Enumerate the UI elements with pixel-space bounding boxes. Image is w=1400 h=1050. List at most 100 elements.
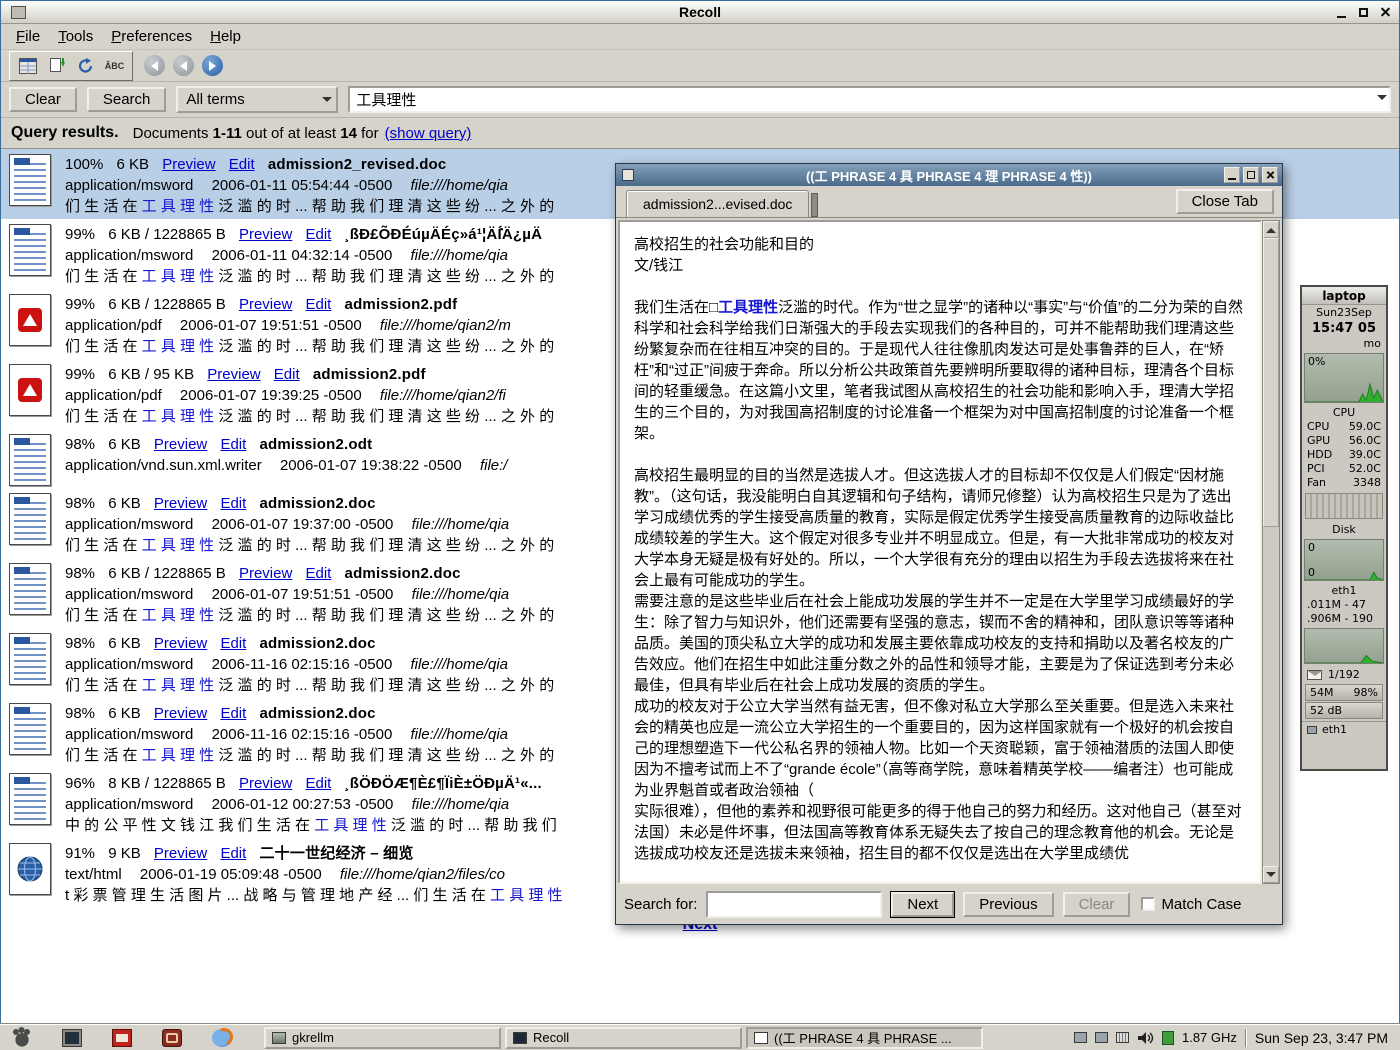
search-button[interactable]: Search: [87, 87, 167, 112]
preview-close-icon[interactable]: [1262, 167, 1278, 183]
menu-preferences[interactable]: Preferences: [102, 25, 201, 48]
package-launcher-icon[interactable]: [112, 1029, 132, 1047]
matched-term: 工 具 理 性: [142, 747, 215, 764]
find-next-button[interactable]: Next: [891, 892, 954, 917]
result-edit-link[interactable]: Edit: [220, 635, 246, 652]
result-preview-link[interactable]: Preview: [239, 226, 292, 243]
menu-help[interactable]: Help: [201, 25, 250, 48]
display2-tray-icon[interactable]: [1095, 1032, 1108, 1043]
result-preview-link[interactable]: Preview: [154, 436, 207, 453]
result-size: 6 KB: [117, 156, 150, 173]
text-run: 实际很难），但他的素养和视野很可能更多的得于他自己的努力和经历。这对他自己（甚至…: [634, 803, 1242, 862]
terminal-launcher-icon[interactable]: [62, 1029, 82, 1047]
keyboard-tray-icon[interactable]: [1116, 1032, 1129, 1043]
result-edit-link[interactable]: Edit: [229, 156, 255, 173]
display-tray-icon[interactable]: [1074, 1032, 1087, 1043]
match-case-checkbox[interactable]: [1141, 897, 1155, 911]
preview-scrollbar[interactable]: [1262, 220, 1280, 884]
scroll-down-icon[interactable]: [1263, 866, 1279, 883]
net-line1: .011M - 47: [1307, 598, 1366, 612]
menu-tools[interactable]: Tools: [49, 25, 102, 48]
close-tab-button[interactable]: Close Tab: [1176, 189, 1274, 214]
result-edit-link[interactable]: Edit: [220, 495, 246, 512]
mail-icon[interactable]: [1307, 670, 1322, 680]
preview-tab[interactable]: admission2...evised.doc: [626, 190, 809, 217]
snippet-text: 们 生 活 在: [65, 198, 142, 215]
result-mime: application/vnd.sun.xml.writer: [65, 457, 262, 474]
sort-by-date-icon[interactable]: [43, 53, 70, 79]
table-view-icon[interactable]: [14, 53, 41, 79]
menu-file[interactable]: File: [7, 25, 49, 48]
result-preview-link[interactable]: Preview: [162, 156, 215, 173]
result-edit-link[interactable]: Edit: [220, 845, 246, 862]
result-mime: application/msword: [65, 796, 193, 813]
net-label: eth1: [1302, 583, 1386, 598]
clear-button[interactable]: Clear: [9, 87, 77, 112]
taskbar-clock[interactable]: Sun Sep 23, 3:47 PM: [1255, 1030, 1394, 1046]
file-type-icon: [9, 434, 51, 486]
scrollbar-track[interactable]: [1263, 238, 1279, 866]
titlebar[interactable]: Recoll: [1, 1, 1399, 24]
result-preview-link[interactable]: Preview: [239, 775, 292, 792]
search-input[interactable]: [348, 86, 1391, 113]
file-type-icon: [9, 364, 51, 416]
maximize-icon[interactable]: [1355, 4, 1371, 20]
result-edit-link[interactable]: Edit: [306, 226, 332, 243]
preview-titlebar[interactable]: ((工 PHRASE 4 具 PHRASE 4 理 PHRASE 4 性)): [616, 164, 1282, 186]
firefox-icon[interactable]: [212, 1029, 232, 1047]
power-tray-icon[interactable]: [1162, 1031, 1174, 1045]
result-edit-link[interactable]: Edit: [220, 705, 246, 722]
find-input[interactable]: [706, 891, 882, 918]
task-button[interactable]: gkrellm: [264, 1027, 501, 1049]
result-edit-link[interactable]: Edit: [220, 436, 246, 453]
cpu-chart-label: mo: [1364, 337, 1381, 351]
preview-text[interactable]: 高校招生的社会功能和目的文/钱江我们生活在□工具理性泛滥的时代。作为“世之显学”…: [618, 220, 1262, 884]
result-url: file:///home/qian2/fi: [380, 387, 506, 404]
result-edit-link[interactable]: Edit: [306, 296, 332, 313]
result-preview-link[interactable]: Preview: [207, 366, 260, 383]
snippet-text: 们 生 活 在: [65, 747, 142, 764]
gkrellm-hostname[interactable]: laptop: [1302, 287, 1386, 305]
preview-minimize-icon[interactable]: [1224, 167, 1240, 183]
find-previous-button[interactable]: Previous: [963, 892, 1053, 917]
result-preview-link[interactable]: Preview: [154, 495, 207, 512]
sensor-value: 3348: [1353, 476, 1381, 490]
term-explorer-icon[interactable]: ÂBC: [101, 53, 128, 79]
paw-launcher-icon[interactable]: [12, 1029, 32, 1047]
result-edit-link[interactable]: Edit: [274, 366, 300, 383]
scrollbar-thumb[interactable]: [1263, 238, 1279, 527]
close-icon[interactable]: [1377, 4, 1393, 20]
search-mode-select[interactable]: All terms: [176, 86, 338, 113]
search-history-dropdown-icon[interactable]: [1377, 95, 1387, 105]
find-clear-button[interactable]: Clear: [1063, 892, 1131, 917]
editor-launcher-icon[interactable]: [162, 1029, 182, 1047]
result-preview-link[interactable]: Preview: [154, 705, 207, 722]
result-edit-link[interactable]: Edit: [306, 565, 332, 582]
result-date: 2006-01-12 00:27:53 -0500: [212, 796, 394, 813]
result-url: file:///home/qian2/m: [380, 317, 511, 334]
first-page-icon[interactable]: [141, 53, 168, 79]
task-button[interactable]: Recoll: [505, 1027, 742, 1049]
refresh-icon[interactable]: [72, 53, 99, 79]
scroll-up-icon[interactable]: [1263, 221, 1279, 238]
result-percent: 99%: [65, 226, 95, 243]
sensor-row: Fan3348: [1302, 476, 1386, 490]
preview-maximize-icon[interactable]: [1243, 167, 1259, 183]
result-preview-link[interactable]: Preview: [239, 565, 292, 582]
result-preview-link[interactable]: Preview: [154, 845, 207, 862]
previous-page-icon[interactable]: [170, 53, 197, 79]
result-title: admission2.pdf: [313, 366, 426, 383]
result-preview-link[interactable]: Preview: [154, 635, 207, 652]
file-type-icon: [9, 154, 51, 206]
volume-icon[interactable]: [1137, 1030, 1154, 1046]
minimize-icon[interactable]: [1333, 4, 1349, 20]
result-edit-link[interactable]: Edit: [306, 775, 332, 792]
show-query-link[interactable]: (show query): [385, 125, 472, 142]
task-button[interactable]: ((工 PHRASE 4 具 PHRASE ...: [746, 1027, 983, 1049]
result-date: 2006-11-16 02:15:16 -0500: [212, 726, 393, 743]
next-page-icon[interactable]: [199, 53, 226, 79]
preview-paragraph: 需要注意的是这些毕业后在社会上能成功发展的学生并不一定是在大学里学习成绩最好的学…: [634, 591, 1246, 696]
result-snippet: 们 生 活 在 工 具 理 性 泛 滥 的 时 ... 帮 助 我 们 理 清 …: [65, 336, 554, 357]
result-date: 2006-01-07 19:51:51 -0500: [180, 317, 362, 334]
result-preview-link[interactable]: Preview: [239, 296, 292, 313]
